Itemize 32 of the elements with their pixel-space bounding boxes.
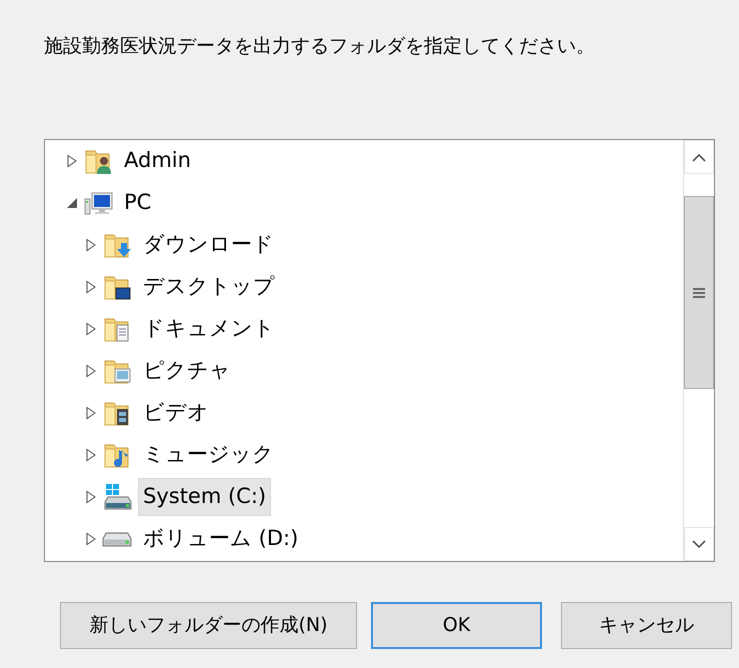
tree-item[interactable]: Admin xyxy=(119,142,196,180)
expand-arrow-icon[interactable] xyxy=(84,238,98,252)
new-folder-button[interactable]: 新しいフォルダーの作成(N) xyxy=(60,602,357,649)
tree-item[interactable]: ビデオ xyxy=(138,394,214,432)
drive-icon xyxy=(102,532,132,546)
folder-tree[interactable]: Admin PC ダウンロード デスクトップ ドキュメント ピクチャ ビデオ ミュージック System (C:) ボリューム (D:) xyxy=(44,139,715,562)
tree-item[interactable]: デスクトップ xyxy=(138,268,280,306)
expand-arrow-icon[interactable] xyxy=(84,490,98,504)
tree-item[interactable]: ミュージック xyxy=(138,436,279,474)
scroll-up-icon[interactable] xyxy=(692,152,706,162)
grip-icon xyxy=(693,286,705,298)
scrollbar[interactable] xyxy=(683,140,714,561)
scroll-thumb[interactable] xyxy=(684,196,714,389)
system-drive-icon xyxy=(102,482,132,512)
expand-arrow-icon[interactable] xyxy=(84,406,98,420)
tree-item[interactable]: ピクチャ xyxy=(138,352,236,390)
expand-arrow-icon[interactable] xyxy=(84,364,98,378)
tree-item[interactable]: ダウンロード xyxy=(138,226,279,264)
expand-arrow-icon[interactable] xyxy=(84,322,98,336)
scroll-down-icon[interactable] xyxy=(692,540,706,548)
tree-item[interactable]: ボリューム (D:) xyxy=(138,520,304,558)
cancel-button[interactable]: キャンセル xyxy=(561,602,732,649)
tree-item[interactable]: System (C:) xyxy=(138,478,272,516)
expand-arrow-icon[interactable] xyxy=(84,280,98,294)
tree-item[interactable]: PC xyxy=(119,184,156,222)
expand-arrow-icon[interactable] xyxy=(84,448,98,462)
expand-arrow-icon[interactable] xyxy=(84,532,98,546)
ok-button[interactable]: OK xyxy=(371,602,542,649)
collapse-arrow-icon[interactable] xyxy=(65,196,79,210)
instruction-text: 施設勤務医状況データを出力するフォルダを指定してください。 xyxy=(44,35,595,57)
expand-arrow-icon[interactable] xyxy=(65,154,79,168)
tree-item[interactable]: ドキュメント xyxy=(138,310,280,348)
